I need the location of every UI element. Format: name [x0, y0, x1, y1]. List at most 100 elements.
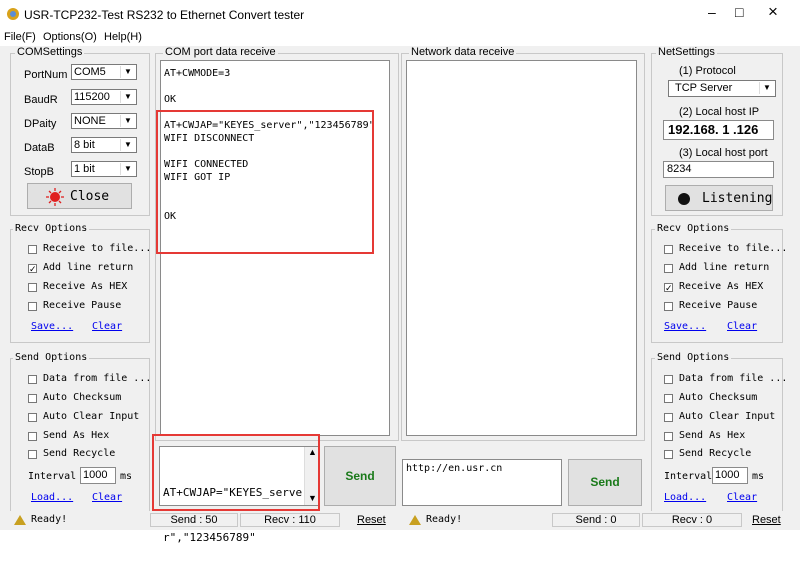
status-ready: Ready!	[426, 514, 463, 525]
com-send-button[interactable]: Send	[324, 446, 396, 506]
com-settings-label: COMSettings	[15, 46, 85, 58]
send-recycle-checkbox[interactable]	[28, 450, 37, 459]
chevron-down-icon: ▼	[120, 163, 135, 175]
receive-pause-checkbox[interactable]	[28, 302, 37, 311]
send-options-right-label: Send Options	[655, 352, 732, 364]
clear-receive-link[interactable]: Clear	[92, 321, 122, 332]
receive-to-file-label: Receive to file...	[679, 243, 788, 254]
close-port-button[interactable]: Close	[27, 183, 132, 209]
baud-label: BaudR	[24, 94, 58, 106]
clear-receive-link[interactable]: Clear	[727, 321, 757, 332]
send-recycle-label: Send Recycle	[679, 448, 752, 459]
host-port-input[interactable]: 8234	[663, 161, 774, 178]
net-send-button[interactable]: Send	[568, 459, 642, 506]
net-receive-textarea[interactable]	[406, 60, 637, 436]
menu-help[interactable]: Help(H)	[104, 31, 142, 43]
load-link[interactable]: Load...	[664, 492, 706, 503]
add-line-return-label: Add line return	[679, 262, 770, 273]
net-send-input[interactable]: http://en.usr.cn	[402, 459, 562, 506]
menu-file[interactable]: File(F)	[4, 31, 36, 43]
send-as-hex-checkbox[interactable]	[28, 432, 37, 441]
menu-bar: File(F) Options(O) Help(H)	[0, 30, 800, 46]
listen-button[interactable]: Listening	[665, 185, 773, 211]
com-receive-label: COM port data receive	[163, 46, 278, 58]
auto-clear-checkbox[interactable]	[28, 413, 37, 422]
interval-label: Interval	[28, 471, 77, 482]
host-port-label: (3) Local host port	[679, 147, 768, 159]
menu-options[interactable]: Options(O)	[43, 31, 97, 43]
recv-options-label: Recv Options	[13, 223, 90, 235]
send-as-hex-label: Send As Hex	[679, 430, 746, 441]
data-from-file-checkbox[interactable]	[28, 375, 37, 384]
chevron-down-icon: ▼	[759, 82, 774, 94]
close-window-button[interactable]: ×	[768, 2, 778, 22]
send-options-label: Send Options	[13, 352, 90, 364]
reset-button[interactable]: Reset	[357, 514, 386, 526]
interval-unit: ms	[120, 471, 133, 482]
add-line-return-label: Add line return	[43, 262, 134, 273]
reset-button[interactable]: Reset	[752, 514, 781, 526]
add-line-return-checkbox[interactable]	[664, 264, 673, 273]
receive-to-file-checkbox[interactable]	[28, 245, 37, 254]
send-recycle-label: Send Recycle	[43, 448, 116, 459]
interval-input[interactable]: 1000	[80, 467, 116, 484]
protocol-select[interactable]: TCP Server ▼	[668, 80, 776, 97]
add-line-return-checkbox[interactable]: ✓	[28, 264, 37, 274]
net-receive-label: Network data receive	[409, 46, 517, 58]
title-bar: USR-TCP232-Test RS232 to Ethernet Conver…	[0, 0, 800, 30]
auto-checksum-checkbox[interactable]	[664, 394, 673, 403]
highlight-box	[152, 434, 320, 511]
auto-checksum-checkbox[interactable]	[28, 394, 37, 403]
receive-pause-label: Receive Pause	[43, 300, 122, 311]
chevron-down-icon: ▼	[120, 66, 135, 78]
host-ip-input[interactable]: 192.168. 1 .126	[663, 120, 774, 140]
receive-line	[164, 80, 375, 93]
receive-as-hex-checkbox[interactable]: ✓	[664, 283, 673, 293]
status-led-icon	[46, 188, 64, 206]
receive-line: OK	[164, 94, 177, 105]
ready-icon	[14, 515, 26, 525]
databits-label: DataB	[24, 142, 55, 154]
port-select[interactable]: COM5 ▼	[71, 64, 137, 80]
save-link[interactable]: Save...	[664, 321, 706, 332]
interval-input[interactable]: 1000	[712, 467, 748, 484]
maximize-button[interactable]: □	[735, 4, 743, 20]
status-ready: Ready!	[31, 514, 68, 525]
chevron-down-icon: ▼	[120, 115, 135, 127]
clear-send-link[interactable]: Clear	[92, 492, 122, 503]
recv-count: Recv : 0	[642, 513, 742, 527]
minimize-button[interactable]: –	[708, 4, 716, 20]
receive-as-hex-checkbox[interactable]	[28, 283, 37, 292]
receive-line: AT+CWMODE=3	[164, 68, 231, 79]
auto-clear-checkbox[interactable]	[664, 413, 673, 422]
data-from-file-checkbox[interactable]	[664, 375, 673, 384]
receive-to-file-checkbox[interactable]	[664, 245, 673, 254]
auto-clear-label: Auto Clear Input	[679, 411, 776, 422]
stopbits-select[interactable]: 1 bit ▼	[71, 161, 137, 177]
app-icon	[7, 8, 19, 20]
clear-send-link[interactable]: Clear	[727, 492, 757, 503]
data-from-file-label: Data from file ...	[43, 373, 152, 384]
auto-checksum-label: Auto Checksum	[679, 392, 758, 403]
baud-select[interactable]: 115200 ▼	[71, 89, 137, 105]
highlight-box	[156, 110, 374, 254]
stopbits-label: StopB	[24, 166, 54, 178]
receive-to-file-label: Receive to file...	[43, 243, 152, 254]
save-link[interactable]: Save...	[31, 321, 73, 332]
receive-as-hex-label: Receive As HEX	[43, 281, 128, 292]
receive-as-hex-label: Receive As HEX	[679, 281, 764, 292]
chevron-down-icon: ▼	[120, 91, 135, 103]
databits-select[interactable]: 8 bit ▼	[71, 137, 137, 153]
send-recycle-checkbox[interactable]	[664, 450, 673, 459]
auto-checksum-label: Auto Checksum	[43, 392, 122, 403]
parity-select[interactable]: NONE ▼	[71, 113, 137, 129]
port-label: PortNum	[24, 69, 68, 81]
chevron-down-icon: ▼	[120, 139, 135, 151]
host-ip-label: (2) Local host IP	[679, 106, 760, 118]
record-icon	[678, 193, 690, 205]
receive-pause-checkbox[interactable]	[664, 302, 673, 311]
load-link[interactable]: Load...	[31, 492, 73, 503]
net-settings-label: NetSettings	[656, 46, 717, 58]
send-as-hex-checkbox[interactable]	[664, 432, 673, 441]
ready-icon	[409, 515, 421, 525]
